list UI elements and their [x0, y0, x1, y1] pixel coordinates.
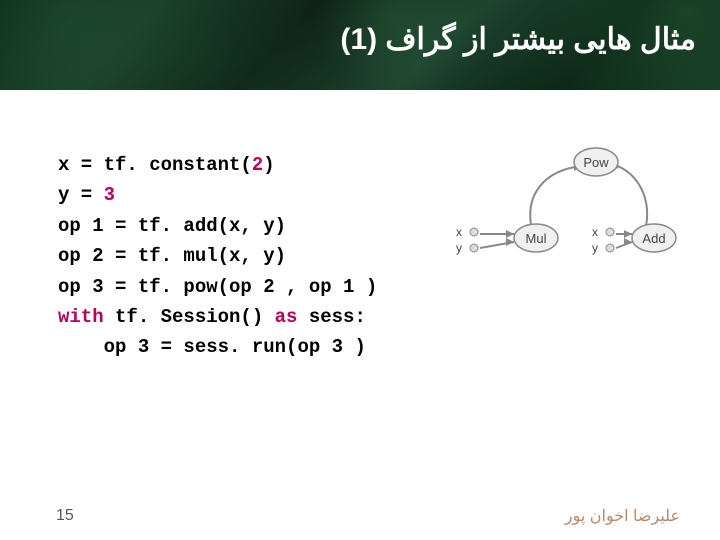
code-block: x = tf. constant(2) y = 3 op 1 = tf. add… — [58, 150, 377, 363]
slide-footer: 15 علیرضا اخوان پور — [0, 498, 720, 540]
node-add-label: Add — [642, 231, 665, 246]
input-dot-icon — [606, 228, 614, 236]
code-line: y = 3 — [58, 180, 377, 210]
input-dot-icon — [606, 244, 614, 252]
arrowhead-icon — [506, 238, 514, 246]
node-x-label: x — [592, 225, 598, 239]
slide-body: x = tf. constant(2) y = 3 op 1 = tf. add… — [0, 150, 720, 490]
node-x-label: x — [456, 225, 462, 239]
edge-add-pow — [610, 164, 647, 226]
code-line: op 3 = tf. pow(op 2 , op 1 ) — [58, 272, 377, 302]
code-line: op 2 = tf. mul(x, y) — [58, 241, 377, 271]
edge-mul-pow — [530, 166, 582, 230]
slide-header: مثال هایی بیشتر از گراف (1) — [0, 0, 720, 90]
page-number: 15 — [56, 507, 74, 525]
code-line: with tf. Session() as sess: — [58, 302, 377, 332]
author-credit: علیرضا اخوان پور — [565, 506, 680, 526]
code-line: x = tf. constant(2) — [58, 150, 377, 180]
slide: مثال هایی بیشتر از گراف (1) x = tf. cons… — [0, 0, 720, 540]
slide-title: مثال هایی بیشتر از گراف (1) — [340, 22, 696, 57]
code-line: op 1 = tf. add(x, y) — [58, 211, 377, 241]
input-dot-icon — [470, 228, 478, 236]
node-mul-label: Mul — [526, 231, 547, 246]
input-dot-icon — [470, 244, 478, 252]
arrowhead-icon — [624, 238, 632, 246]
computation-graph: Pow Mul Add x y x y — [434, 140, 694, 300]
node-y-label: y — [456, 241, 462, 255]
node-y-label: y — [592, 241, 598, 255]
arrowhead-icon — [624, 230, 632, 238]
code-line: op 3 = sess. run(op 3 ) — [58, 332, 377, 362]
arrowhead-icon — [506, 230, 514, 238]
node-pow-label: Pow — [583, 155, 609, 170]
